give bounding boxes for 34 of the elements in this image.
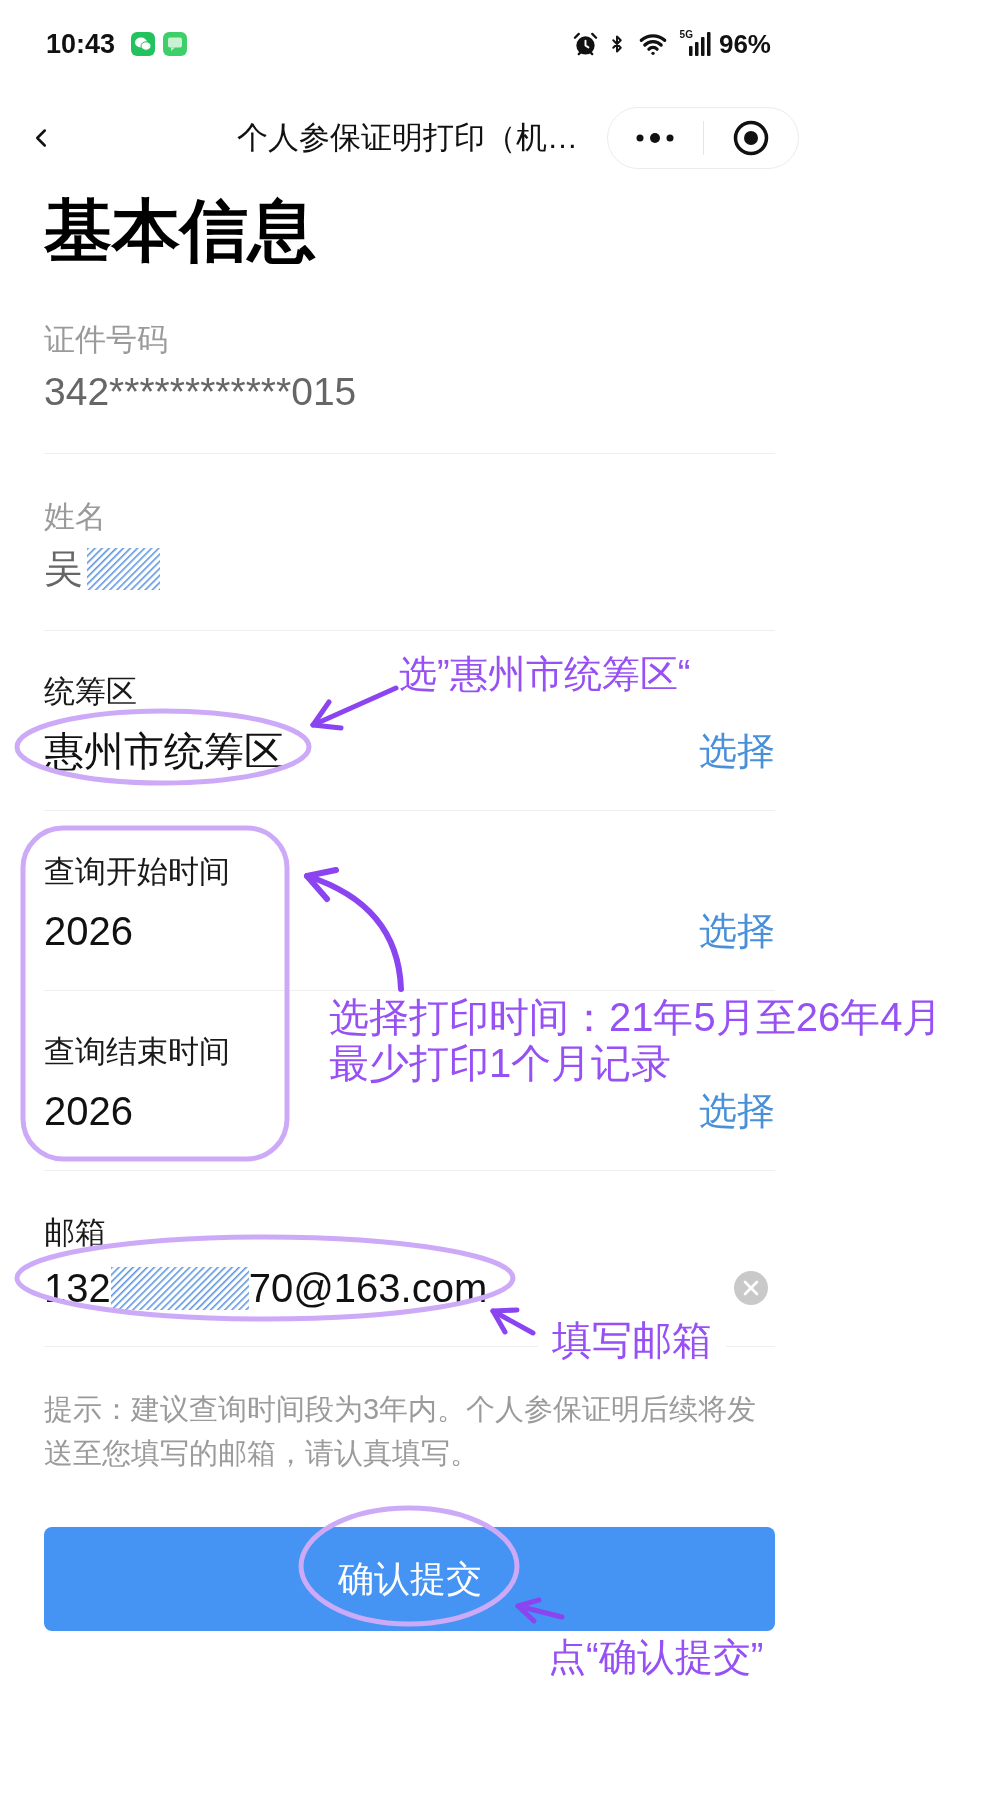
clock-time: 10:43	[46, 30, 116, 58]
field-value: 2026	[44, 1089, 133, 1133]
submit-button[interactable]: 确认提交	[44, 1527, 775, 1631]
field-label: 姓名	[44, 499, 106, 535]
field-label: 统筹区	[44, 674, 137, 710]
annotation-text: 选择打印时间：21年5月至26年4月	[329, 994, 943, 1040]
chat-bubbles-icon	[131, 32, 156, 56]
annotation-text: 选”惠州市统筹区“	[399, 652, 691, 697]
battery-level: 96%	[718, 31, 771, 57]
alarm-clock-icon	[572, 31, 598, 57]
page-title: 个人参保证明打印（机…	[237, 119, 578, 157]
more-icon	[636, 133, 675, 143]
page-heading: 基本信息	[44, 191, 316, 270]
field-value: 2026	[44, 909, 133, 953]
arrow	[515, 1597, 565, 1624]
target-icon	[732, 120, 769, 156]
annotation-text: 最少打印1个月记录	[329, 1040, 672, 1086]
field-label: 查询开始时间	[44, 854, 230, 890]
field-value: 吴	[44, 547, 83, 591]
network-type: 5G	[679, 30, 693, 40]
message-icon	[163, 32, 188, 56]
select-link[interactable]: 选择	[699, 1092, 775, 1130]
field-label: 查询结束时间	[44, 1034, 230, 1070]
field-value: 342************015	[44, 370, 357, 414]
select-link[interactable]: 选择	[699, 912, 775, 950]
annotation-text: 填写邮箱	[552, 1317, 712, 1364]
hint-text: 提示：建议查询时间段为3年内。个人参保证明后续将发送至您填写的邮箱，请认真填写。	[44, 1392, 758, 1471]
arrow	[490, 1307, 536, 1336]
clear-icon	[734, 1271, 768, 1305]
annotation-text: 点“确认提交”	[548, 1635, 764, 1680]
field-value: 惠州市统筹区	[44, 729, 284, 773]
field-label: 证件号码	[44, 322, 168, 358]
field-label: 邮箱	[44, 1215, 106, 1251]
select-link[interactable]: 选择	[699, 732, 775, 770]
